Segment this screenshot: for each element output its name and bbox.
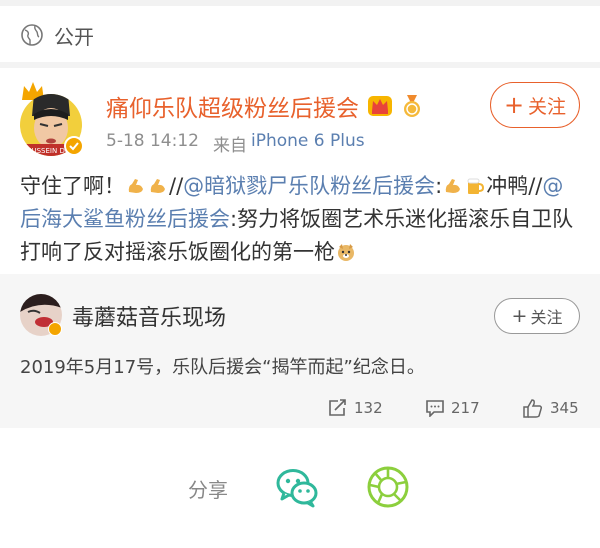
vip-crown-icon <box>368 96 392 116</box>
comment-count: 217 <box>451 399 480 417</box>
author-row: 痛仰乐队超级粉丝后援会 <box>106 88 425 124</box>
visibility-label: 公开 <box>54 24 94 49</box>
author-name[interactable]: 痛仰乐队超级粉丝后援会 <box>106 89 359 123</box>
share-bar: 分享 <box>0 462 600 512</box>
top-divider <box>0 0 600 6</box>
follow-label: 关注 <box>528 95 567 118</box>
repost-follow-button[interactable]: + 关注 <box>494 298 580 334</box>
follow-label: 关注 <box>530 308 563 327</box>
flex-arm-emoji-icon <box>150 179 165 193</box>
medal-icon <box>404 95 420 117</box>
post-meta: 5-18 14:12 来自 iPhone 6 Plus <box>106 131 365 156</box>
post-body: 守住了啊！//@暗狱戮尸乐队粉丝后援会: 冲鸭//@后海大鲨鱼粉丝后援会:努力将饭… <box>20 174 574 264</box>
verified-badge <box>48 322 62 336</box>
repost-count-button[interactable]: 132 <box>328 396 383 420</box>
author-avatar[interactable]: HUSSEIN DOG <box>16 80 86 156</box>
flex-arm-emoji-icon <box>446 179 461 193</box>
like-count-button[interactable]: 345 <box>522 396 579 420</box>
moments-icon[interactable] <box>366 465 410 509</box>
thumbs-up-icon <box>523 399 543 418</box>
comment-count-button[interactable]: 217 <box>425 396 480 420</box>
post-source[interactable]: iPhone 6 Plus <box>251 131 365 156</box>
wechat-icon[interactable] <box>274 464 320 510</box>
repost-count: 132 <box>354 399 383 417</box>
beer-emoji-icon <box>467 178 485 194</box>
repost-author-name[interactable]: 毒蘑菇音乐现场 <box>72 300 226 332</box>
share-label: 分享 <box>188 478 228 502</box>
doge-emoji-icon <box>338 244 354 261</box>
globe-icon <box>21 24 43 46</box>
source-prefix: 来自 <box>212 136 247 156</box>
flex-arm-emoji-icon <box>128 179 143 193</box>
mention-link[interactable]: @暗狱戮尸乐队粉丝后援会 <box>183 174 435 198</box>
repost-icon <box>329 399 346 416</box>
post-timestamp: 5-18 14:12 <box>106 131 199 151</box>
visibility-row: 公开 <box>20 18 94 52</box>
comment-icon <box>426 400 444 417</box>
follow-button[interactable]: + 关注 <box>490 82 580 128</box>
like-count: 345 <box>550 399 579 417</box>
plus-icon: + <box>503 91 525 119</box>
verified-badge <box>64 136 84 156</box>
plus-icon: + <box>511 304 528 327</box>
repost-body: 2019年5月17号，乐队后援会“揭竿而起”纪念日。 <box>20 357 425 378</box>
